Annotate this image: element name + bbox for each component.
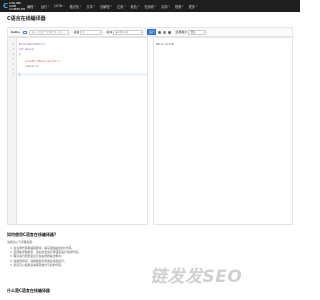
editor-menu-icon[interactable]: ··· [143, 40, 145, 43]
how-to-intro: 请通过以下步骤使用: [7, 240, 34, 244]
logo-mark: C [3, 1, 9, 10]
chevron-down-icon: ▾ [124, 4, 126, 8]
settings-icon[interactable] [158, 30, 162, 34]
language-label: 语言 [73, 30, 80, 34]
line-number: 6 [12, 68, 14, 71]
nav-item-regex[interactable]: 正则 ▾ [117, 4, 126, 9]
code-line: int main() [19, 48, 35, 51]
how-to-heading: 如何使用C语言在线编译器? [7, 232, 57, 237]
share-icon[interactable] [168, 30, 172, 34]
nav-item-json[interactable]: JSON ▾ [54, 4, 64, 8]
chevron-down-icon: ▾ [63, 4, 65, 8]
chevron-down-icon: ▾ [182, 4, 184, 8]
hello-label: hello, [11, 30, 21, 34]
version-label: 版本 [106, 30, 113, 34]
active-line-highlight [17, 73, 147, 76]
nav-item-run[interactable]: 运行 ▾ [41, 4, 50, 9]
stdin-input[interactable]: 输入: 在这个文本框里，按... [29, 29, 70, 35]
line-number: 7 [12, 73, 14, 76]
code-line: { [19, 53, 21, 56]
nav-item-label: 正则 [116, 4, 124, 9]
nav-item-label: 更多 [188, 4, 195, 9]
chevron-down-icon: ▾ [195, 4, 198, 8]
nav-item-crypto[interactable]: 加解密 ▾ [100, 4, 112, 9]
nav-item-label: JSON [54, 4, 63, 8]
code-line: } [19, 73, 21, 76]
nav-item-utility[interactable]: 实用 ▾ [161, 4, 170, 9]
code-line: return 0; [19, 65, 40, 68]
language-select[interactable]: C ▾ [80, 29, 103, 35]
line-number: 3 [12, 53, 14, 56]
chat-icon [23, 30, 28, 34]
nav-item-format[interactable]: 格式化 ▾ [70, 4, 82, 9]
chevron-down-icon: ▾ [34, 4, 36, 8]
watermark: 链发发SEO [150, 267, 243, 287]
nav-item-label: 颜色 [130, 4, 138, 9]
chevron-down-icon: ▾ [99, 30, 101, 34]
line-number: 5 [12, 63, 14, 66]
code-line: #include"stdio.h" [19, 43, 46, 46]
output-menu-icon[interactable]: ··· [288, 40, 290, 43]
nav-item-label: 实用 [161, 4, 168, 9]
logo-line-2: GDB COMPILER [9, 3, 26, 11]
logo-text: ONLINE GDB COMPILER [9, 1, 26, 11]
nav-item-label: 在线看 [144, 4, 154, 9]
site-logo[interactable]: C ONLINE GDB COMPILER [0, 0, 26, 12]
chevron-down-icon: ▾ [203, 30, 205, 34]
nav-item-label: 运行 [40, 4, 48, 9]
compiler-toolbar: hello, 输入: 在这个文本框里，按... 语言 C ▾ 版本 gcc(11.… [7, 27, 293, 37]
output-panel: Hello world! ··· [153, 37, 293, 225]
nav-item-color[interactable]: 颜色 ▾ [131, 4, 140, 9]
chevron-down-icon: ▾ [140, 30, 142, 34]
nav-item-label: 视频 [174, 4, 182, 9]
code-line: printf("Hello world!"); [19, 60, 62, 63]
what-is-heading: 什么是C语言在线编译器 [7, 288, 50, 293]
nav-item-video[interactable]: 视频 ▾ [175, 4, 184, 9]
version-select[interactable]: gcc(11.x) ▾ [113, 29, 144, 35]
title-row: C语言在线编译器 [7, 15, 46, 22]
nav-item-label: 格式化 [69, 4, 80, 9]
chevron-down-icon: ▾ [110, 4, 112, 8]
chevron-down-icon: ▾ [168, 4, 170, 8]
nav-item-online[interactable]: 在线看 ▾ [144, 4, 156, 9]
nav-item-more[interactable]: 更多 ▾ [189, 4, 198, 9]
result-display-select[interactable]: 默认 ▾ [188, 29, 207, 35]
nav-item-text[interactable]: 文本 ▾ [86, 4, 95, 9]
page-title: C语言在线编译器 [7, 15, 46, 22]
nav-item-label: 编程 [27, 4, 34, 9]
nav-item-coding[interactable]: 编程 ▾ [27, 4, 36, 9]
line-number: 2 [12, 48, 14, 51]
output-text: Hello world! [156, 43, 175, 46]
copy-icon[interactable] [163, 30, 167, 34]
chevron-down-icon: ▾ [80, 4, 82, 8]
language-value: C [82, 30, 85, 34]
code-editor[interactable]: 1 2 3 4 5 6 7 #include"stdio.h" int main… [7, 37, 148, 225]
chevron-down-icon: ▾ [48, 4, 50, 8]
version-value: gcc(11.x) [115, 30, 128, 34]
nav-item-label: 文本 [86, 4, 93, 9]
result-display-label: 结果展示 [175, 30, 188, 34]
result-display-value: 默认 [190, 31, 196, 34]
run-button[interactable]: 运行 [147, 29, 157, 35]
chevron-down-icon: ▾ [154, 4, 157, 8]
top-navigation-bar: C ONLINE GDB COMPILER 编程 ▾ 运行 ▾ JSON ▾ 格式化 ▾… [0, 0, 300, 12]
nav-item-label: 加解密 [100, 4, 110, 9]
chevron-down-icon: ▾ [138, 4, 140, 8]
chevron-down-icon: ▾ [93, 4, 96, 8]
line-number: 4 [12, 58, 14, 61]
line-number: 1 [12, 43, 14, 46]
